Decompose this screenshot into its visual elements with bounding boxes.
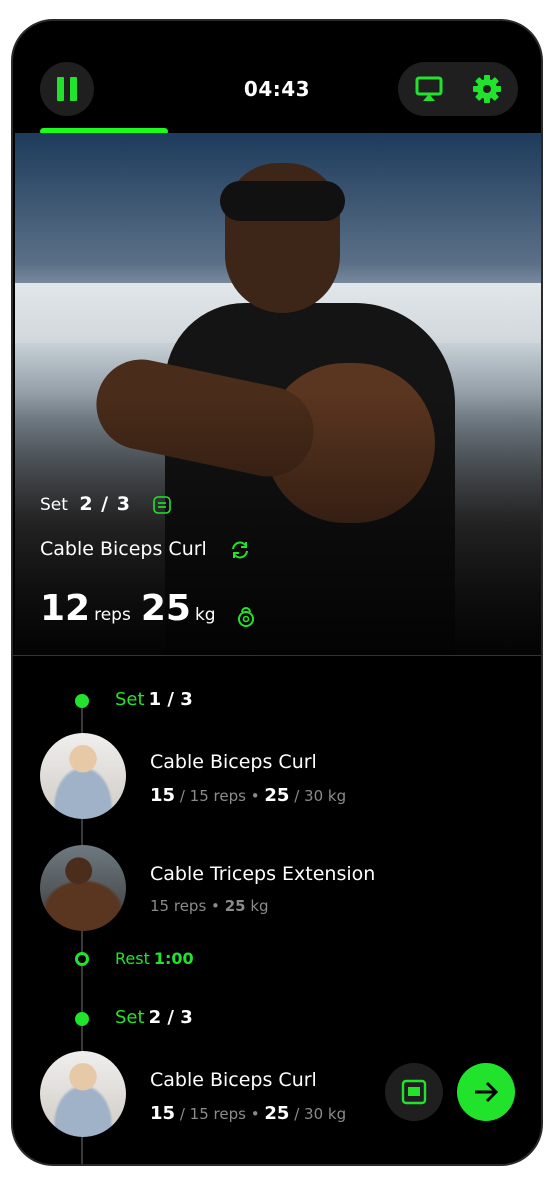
current-exercise: Cable Biceps Curl — [40, 538, 251, 561]
settings-button[interactable] — [470, 72, 504, 106]
rest-indicator: Rest 1:00 — [115, 949, 194, 968]
set-list-icon[interactable] — [152, 495, 172, 515]
rest-dot — [75, 952, 89, 966]
gear-icon — [473, 75, 501, 103]
list-item[interactable]: Cable Triceps Extension 15 reps • 25 kg — [40, 845, 520, 935]
phone-screen: 04:43 Set 2 / 3 Cable Biceps Curl 12 rep… — [11, 19, 543, 1166]
swap-icon[interactable] — [229, 539, 251, 561]
exercise-thumbnail — [40, 733, 126, 819]
exercise-thumbnail — [40, 1051, 126, 1137]
cast-button[interactable] — [412, 72, 446, 106]
set-header-1: Set 1 / 3 — [115, 689, 193, 710]
next-exercise-button[interactable] — [457, 1063, 515, 1121]
cast-icon — [415, 76, 443, 101]
divider — [13, 655, 541, 656]
arrow-right-icon — [475, 1081, 499, 1103]
current-set: Set 2 / 3 — [40, 493, 172, 515]
exercise-hero: Set 2 / 3 Cable Biceps Curl 12 reps 25 kg — [15, 133, 541, 655]
list-item[interactable]: Cable Biceps Curl 15 / 15 reps • 25 / 30… — [40, 733, 520, 823]
set-dot — [75, 1012, 89, 1026]
picture-in-picture-button[interactable] — [385, 1063, 443, 1121]
weight-value: 25 — [140, 588, 191, 629]
list-item[interactable]: Cable Biceps Curl 15 / 15 reps • 25 / 30… — [40, 1051, 520, 1141]
top-actions — [398, 62, 518, 116]
kettlebell-icon[interactable] — [235, 604, 257, 628]
set-dot — [75, 694, 89, 708]
current-stats: 12 reps 25 kg — [40, 588, 257, 629]
exercise-thumbnail — [40, 845, 126, 931]
top-bar: 04:43 — [13, 21, 541, 135]
reps-value: 12 — [40, 588, 91, 629]
picture-in-picture-icon — [401, 1079, 427, 1105]
set-header-2: Set 2 / 3 — [115, 1007, 193, 1028]
